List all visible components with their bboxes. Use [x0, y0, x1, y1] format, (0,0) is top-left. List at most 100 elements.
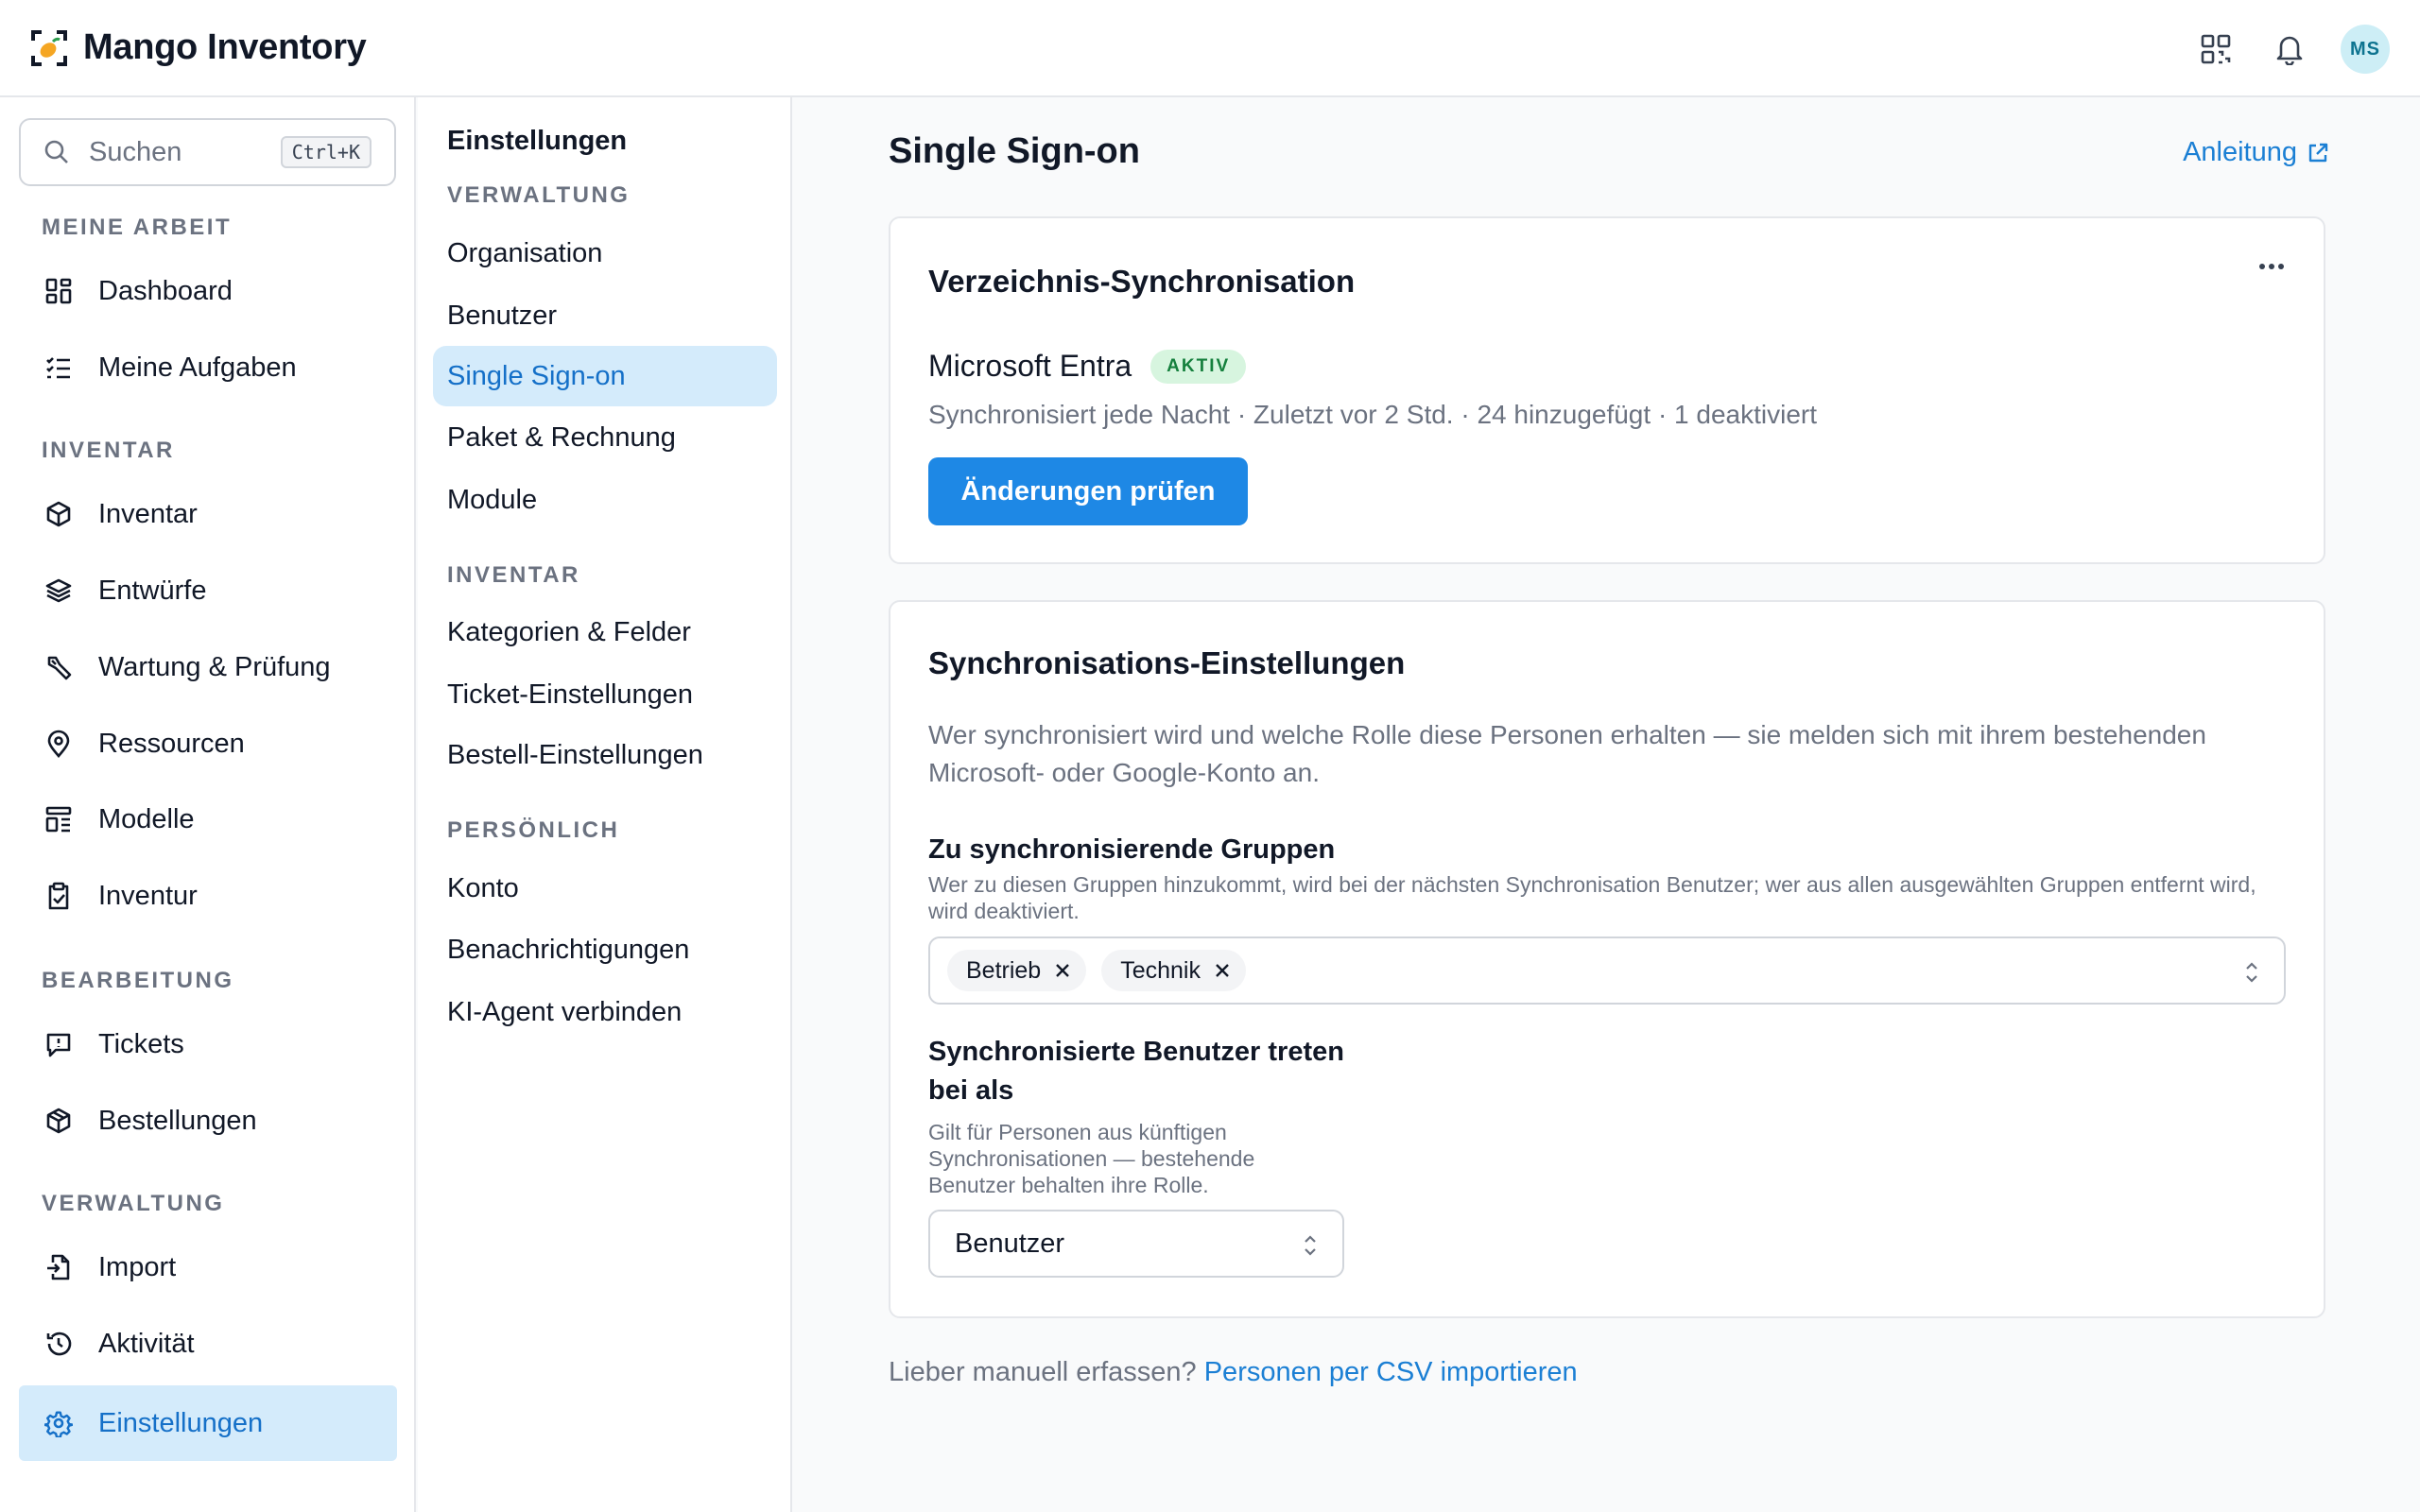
role-label-line: Synchronisierte Benutzer treten — [928, 1037, 1344, 1067]
top-actions: MS — [2169, 23, 2390, 76]
sidebar-section-bearbeitung: BEARBEITUNG — [42, 968, 234, 993]
sidebar-item-label: Inventar — [98, 498, 198, 529]
settings-item-module[interactable]: Module — [433, 470, 777, 530]
role-select-value: Benutzer — [955, 1228, 1065, 1259]
groups-label: Zu synchronisierende Gruppen — [928, 834, 1336, 865]
role-help-line: Synchronisationen — bestehende — [928, 1146, 1255, 1171]
sync-settings-title: Synchronisations-Einstellungen — [928, 645, 1406, 680]
settings-item-benutzer[interactable]: Benutzer — [433, 285, 777, 346]
main-content: Single Sign-on Anleitung Verzeichnis-Syn… — [794, 97, 2420, 1512]
sidebar-item-tickets[interactable]: Tickets — [19, 1006, 397, 1082]
group-chip: Technik — [1101, 950, 1246, 991]
role-label: Synchronisierte Benutzer treten bei als — [928, 1037, 1344, 1107]
sidebar-item-label: Tickets — [98, 1028, 184, 1059]
sidebar-item-modelle[interactable]: Modelle — [19, 782, 397, 857]
search-placeholder: Suchen — [89, 136, 182, 167]
ticket-alert-icon — [42, 1027, 76, 1061]
settings-item-single-sign-on[interactable]: Single Sign-on — [433, 346, 777, 406]
group-chip-label: Technik — [1120, 956, 1201, 984]
file-import-icon — [42, 1250, 76, 1284]
sidebar-item-import[interactable]: Import — [19, 1229, 397, 1305]
gear-icon — [42, 1406, 76, 1440]
sync-meta: Synchronisiert jede Nacht · Zuletzt vor … — [928, 400, 1818, 429]
external-link-icon — [2297, 142, 2329, 164]
sidebar-item-label: Wartung & Prüfung — [98, 651, 331, 682]
footer-note: Lieber manuell erfassen? Personen per CS… — [889, 1357, 1578, 1388]
sidebar-item-meine-aufgaben[interactable]: Meine Aufgaben — [19, 330, 397, 405]
role-help: Gilt für Personen aus künftigen Synchron… — [928, 1119, 1254, 1198]
sidebar-item-ressourcen[interactable]: Ressourcen — [19, 706, 397, 782]
provider-row: Microsoft Entra AKTIV — [928, 349, 1247, 384]
search-input[interactable]: Suchen Ctrl+K — [19, 118, 396, 186]
settings-item-kategorien[interactable]: Kategorien & Felder — [433, 602, 777, 662]
tasks-icon — [42, 351, 76, 385]
settings-item-benachrichtigungen[interactable]: Benachrichtigungen — [433, 919, 777, 980]
template-icon — [42, 802, 76, 836]
sidebar-item-inventar[interactable]: Inventar — [19, 476, 397, 552]
sidebar-item-dashboard[interactable]: Dashboard — [19, 253, 397, 329]
bell-icon[interactable] — [2263, 23, 2316, 76]
mango-logo-icon — [30, 29, 68, 67]
sidebar-item-label: Modelle — [98, 803, 195, 834]
sidebar-item-label: Einstellungen — [98, 1407, 264, 1438]
qr-code-icon[interactable] — [2189, 23, 2242, 76]
close-icon[interactable] — [1214, 962, 1231, 979]
page-title: Single Sign-on — [889, 131, 1140, 171]
groups-multiselect[interactable]: Betrieb Technik — [928, 936, 2286, 1005]
wrench-icon — [42, 650, 76, 684]
sidebar-item-label: Dashboard — [98, 275, 233, 306]
settings-nav: Einstellungen VERWALTUNG Organisation Be… — [418, 97, 792, 1512]
groups-help: Wer zu diesen Gruppen hinzukommt, wird b… — [928, 872, 2256, 923]
sidebar-item-label: Aktivität — [98, 1328, 195, 1359]
sidebar-item-label: Entwürfe — [98, 575, 207, 606]
sidebar-item-label: Inventur — [98, 880, 198, 911]
settings-nav-title: Einstellungen — [447, 126, 628, 156]
settings-item-konto[interactable]: Konto — [433, 858, 777, 919]
avatar[interactable]: MS — [2341, 25, 2390, 74]
csv-import-link[interactable]: Personen per CSV importieren — [1204, 1357, 1578, 1387]
sidebar-item-label: Bestellungen — [98, 1105, 257, 1136]
group-chip: Betrieb — [947, 950, 1087, 991]
brand[interactable]: Mango Inventory — [30, 27, 367, 68]
sync-settings-description: Wer synchronisiert wird und welche Rolle… — [928, 720, 2206, 787]
sidebar-item-bestellungen[interactable]: Bestellungen — [19, 1083, 397, 1159]
search-icon — [43, 139, 70, 165]
settings-item-paket-rechnung[interactable]: Paket & Rechnung — [433, 407, 777, 468]
search-shortcut: Ctrl+K — [280, 136, 372, 168]
status-badge: AKTIV — [1150, 349, 1247, 384]
sidebar-item-label: Import — [98, 1251, 177, 1282]
sidebar-item-aktivitaet[interactable]: Aktivität — [19, 1306, 397, 1382]
role-select[interactable]: Benutzer — [928, 1210, 1344, 1278]
chevron-up-down-icon — [2242, 959, 2261, 986]
box-icon — [42, 497, 76, 531]
app-name: Mango Inventory — [83, 27, 367, 67]
settings-item-organisation[interactable]: Organisation — [433, 223, 777, 284]
footer-text: Lieber manuell erfassen? — [889, 1357, 1197, 1387]
close-icon[interactable] — [1054, 962, 1071, 979]
directory-sync-title: Verzeichnis-Synchronisation — [928, 264, 1356, 299]
more-options-icon[interactable] — [2257, 262, 2286, 271]
sidebar-item-entwuerfe[interactable]: Entwürfe — [19, 553, 397, 628]
settings-section-verwaltung: VERWALTUNG — [447, 182, 631, 208]
group-chip-label: Betrieb — [966, 956, 1042, 984]
settings-item-ticket-einstellungen[interactable]: Ticket-Einstellungen — [433, 664, 777, 725]
settings-item-ki-agent[interactable]: KI-Agent verbinden — [433, 982, 777, 1042]
history-icon — [42, 1327, 76, 1361]
directory-sync-card: Verzeichnis-Synchronisation Microsoft En… — [889, 216, 2325, 564]
guide-link-label: Anleitung — [2183, 137, 2297, 167]
settings-section-inventar: INVENTAR — [447, 562, 580, 588]
map-pin-icon — [42, 727, 76, 761]
role-help-line: Gilt für Personen aus künftigen — [928, 1120, 1227, 1144]
sidebar-section-verwaltung: VERWALTUNG — [42, 1191, 225, 1216]
sidebar-item-inventur[interactable]: Inventur — [19, 858, 397, 934]
sidebar-item-einstellungen[interactable]: Einstellungen — [19, 1385, 397, 1461]
role-help-line: Benutzer behalten ihre Rolle. — [928, 1173, 1209, 1197]
main-sidebar: Suchen Ctrl+K MEINE ARBEIT Dashboard Mei… — [0, 97, 416, 1512]
clipboard-check-icon — [42, 879, 76, 913]
sidebar-section-inventar: INVENTAR — [42, 438, 175, 463]
guide-link[interactable]: Anleitung — [2183, 137, 2329, 168]
settings-item-bestell-einstellungen[interactable]: Bestell-Einstellungen — [433, 725, 777, 785]
role-label-line: bei als — [928, 1075, 1014, 1106]
review-changes-button[interactable]: Änderungen prüfen — [928, 457, 1248, 525]
sidebar-item-wartung[interactable]: Wartung & Prüfung — [19, 629, 397, 705]
